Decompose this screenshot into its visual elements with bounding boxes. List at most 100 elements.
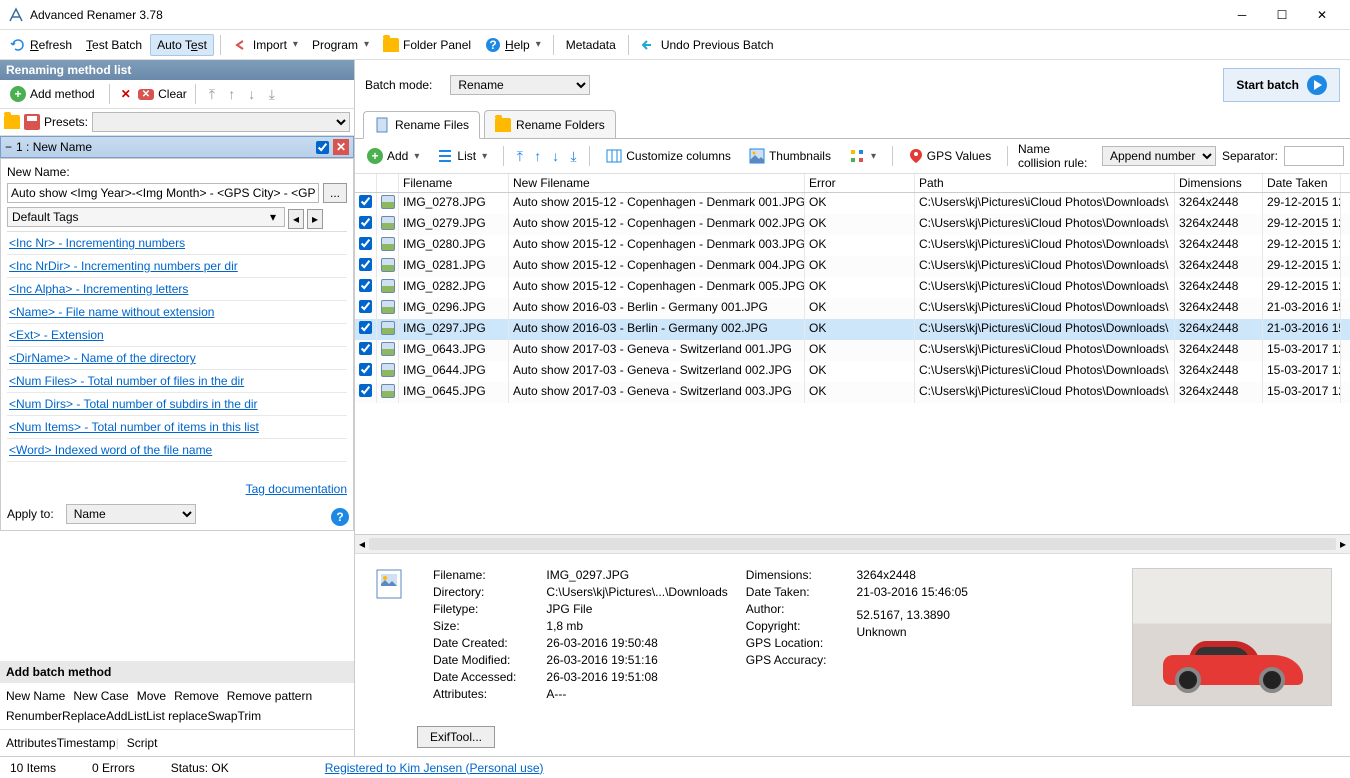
row-checkbox[interactable]: [359, 300, 372, 313]
move-up-button[interactable]: ↑: [224, 86, 240, 102]
col-dimensions[interactable]: Dimensions: [1175, 174, 1263, 192]
tag-documentation-link[interactable]: Tag documentation: [246, 482, 347, 496]
open-preset-icon[interactable]: [4, 115, 20, 129]
default-tags-select[interactable]: Default Tags▾: [7, 207, 285, 227]
batch-method-script[interactable]: Script: [127, 736, 158, 750]
separator-input[interactable]: [1284, 146, 1344, 166]
metadata-button[interactable]: Metadata: [560, 35, 622, 55]
batchmode-select[interactable]: Rename: [450, 75, 590, 95]
batch-method-timestamp[interactable]: Timestamp: [57, 736, 116, 750]
undo-batch-button[interactable]: Undo Previous Batch: [635, 34, 780, 56]
table-row[interactable]: IMG_0280.JPGAuto show 2015-12 - Copenhag…: [355, 235, 1350, 256]
batch-method-trim[interactable]: Trim: [238, 709, 262, 723]
tag-link[interactable]: <Ext> - Extension: [7, 324, 347, 347]
tag-link[interactable]: <Num Files> - Total number of files in t…: [7, 370, 347, 393]
row-checkbox[interactable]: [359, 342, 372, 355]
add-files-button[interactable]: +Add: [361, 145, 425, 167]
table-row[interactable]: IMG_0279.JPGAuto show 2015-12 - Copenhag…: [355, 214, 1350, 235]
row-checkbox[interactable]: [359, 216, 372, 229]
add-method-button[interactable]: +Add method: [4, 83, 101, 105]
col-error[interactable]: Error: [805, 174, 915, 192]
rename-folders-tab[interactable]: Rename Folders: [484, 110, 616, 138]
batch-method-swap[interactable]: Swap: [207, 709, 237, 723]
registration-link[interactable]: Registered to Kim Jensen (Personal use): [325, 761, 544, 775]
tag-link[interactable]: <Num Items> - Total number of items in t…: [7, 416, 347, 439]
batch-method-renumber[interactable]: Renumber: [6, 709, 62, 723]
row-checkbox[interactable]: [359, 195, 372, 208]
method-item[interactable]: − 1 : New Name ✕: [0, 136, 354, 158]
batch-method-remove-pattern[interactable]: Remove pattern: [227, 689, 312, 703]
delete-method-button[interactable]: ✕: [118, 87, 134, 101]
help-button[interactable]: ?Help: [479, 34, 547, 56]
batch-method-list-replace[interactable]: List replace: [146, 709, 207, 723]
program-button[interactable]: Program: [306, 35, 375, 55]
tag-link[interactable]: <Inc Alpha> - Incrementing letters: [7, 278, 347, 301]
list-button[interactable]: List: [431, 145, 493, 167]
move-down-button[interactable]: ↓: [550, 148, 562, 164]
minimize-button[interactable]: ─: [1222, 8, 1262, 22]
move-up-button[interactable]: ↑: [532, 148, 544, 164]
save-preset-icon[interactable]: [24, 114, 40, 130]
customize-columns-button[interactable]: Customize columns: [600, 145, 737, 167]
move-down-button[interactable]: ↓: [244, 86, 260, 102]
tag-next-button[interactable]: ▸: [307, 209, 323, 229]
start-batch-button[interactable]: Start batch: [1223, 68, 1340, 102]
auto-test-button[interactable]: Auto Test: [150, 34, 214, 56]
gps-values-button[interactable]: GPS Values: [903, 146, 997, 166]
newname-input[interactable]: [7, 183, 319, 203]
batch-method-remove[interactable]: Remove: [174, 689, 219, 703]
thumbnails-button[interactable]: Thumbnails: [743, 145, 837, 167]
move-bottom-button[interactable]: ⤓: [568, 148, 580, 165]
table-row[interactable]: IMG_0282.JPGAuto show 2015-12 - Copenhag…: [355, 277, 1350, 298]
table-row[interactable]: IMG_0644.JPGAuto show 2017-03 - Geneva -…: [355, 361, 1350, 382]
batch-method-add[interactable]: Add: [106, 709, 127, 723]
batch-method-move[interactable]: Move: [137, 689, 166, 703]
table-row[interactable]: IMG_0645.JPGAuto show 2017-03 - Geneva -…: [355, 382, 1350, 403]
tag-prev-button[interactable]: ◂: [288, 209, 304, 229]
table-row[interactable]: IMG_0643.JPGAuto show 2017-03 - Geneva -…: [355, 340, 1350, 361]
method-help-icon[interactable]: ?: [331, 508, 349, 526]
tag-link[interactable]: <Num Dirs> - Total number of subdirs in …: [7, 393, 347, 416]
maximize-button[interactable]: ☐: [1262, 8, 1302, 22]
row-checkbox[interactable]: [359, 237, 372, 250]
batch-method-new-case[interactable]: New Case: [73, 689, 128, 703]
delete-method-icon[interactable]: ✕: [333, 139, 349, 155]
tag-link[interactable]: <Name> - File name without extension: [7, 301, 347, 324]
horizontal-scrollbar[interactable]: ◂▸: [355, 535, 1350, 553]
tag-link[interactable]: <Inc Nr> - Incrementing numbers: [7, 232, 347, 255]
table-row[interactable]: IMG_0297.JPGAuto show 2016-03 - Berlin -…: [355, 319, 1350, 340]
batch-method-new-name[interactable]: New Name: [6, 689, 65, 703]
tag-link[interactable]: <DirName> - Name of the directory: [7, 347, 347, 370]
collision-select[interactable]: Append number: [1102, 146, 1216, 166]
col-filename[interactable]: Filename: [399, 174, 509, 192]
batch-method-list[interactable]: List: [127, 709, 146, 723]
folder-panel-button[interactable]: Folder Panel: [377, 35, 477, 55]
exiftool-button[interactable]: ExifTool...: [417, 726, 495, 748]
col-newfilename[interactable]: New Filename: [509, 174, 805, 192]
presets-select[interactable]: [92, 112, 350, 132]
col-path[interactable]: Path: [915, 174, 1175, 192]
batch-method-replace[interactable]: Replace: [62, 709, 106, 723]
import-button[interactable]: Import: [227, 34, 304, 56]
close-button[interactable]: ✕: [1302, 8, 1342, 22]
move-bottom-button[interactable]: ⤓: [264, 86, 280, 103]
row-checkbox[interactable]: [359, 321, 372, 334]
row-checkbox[interactable]: [359, 279, 372, 292]
batch-method-attributes[interactable]: Attributes: [6, 736, 57, 750]
row-checkbox[interactable]: [359, 363, 372, 376]
table-row[interactable]: IMG_0296.JPGAuto show 2016-03 - Berlin -…: [355, 298, 1350, 319]
method-enabled-checkbox[interactable]: [316, 141, 329, 154]
col-datetaken[interactable]: Date Taken: [1263, 174, 1341, 192]
row-checkbox[interactable]: [359, 384, 372, 397]
table-row[interactable]: IMG_0278.JPGAuto show 2015-12 - Copenhag…: [355, 193, 1350, 214]
test-batch-button[interactable]: Test Batch: [80, 35, 148, 55]
row-checkbox[interactable]: [359, 258, 372, 271]
clear-button[interactable]: Clear: [158, 87, 187, 101]
tag-link[interactable]: <Inc NrDir> - Incrementing numbers per d…: [7, 255, 347, 278]
refresh-button[interactable]: Refresh: [4, 34, 78, 56]
tag-link[interactable]: <Word> Indexed word of the file name: [7, 439, 347, 462]
display-options-button[interactable]: [843, 145, 882, 167]
move-top-button[interactable]: ⤒: [514, 148, 526, 165]
applyto-select[interactable]: Name: [66, 504, 196, 524]
rename-files-tab[interactable]: Rename Files: [363, 111, 480, 139]
